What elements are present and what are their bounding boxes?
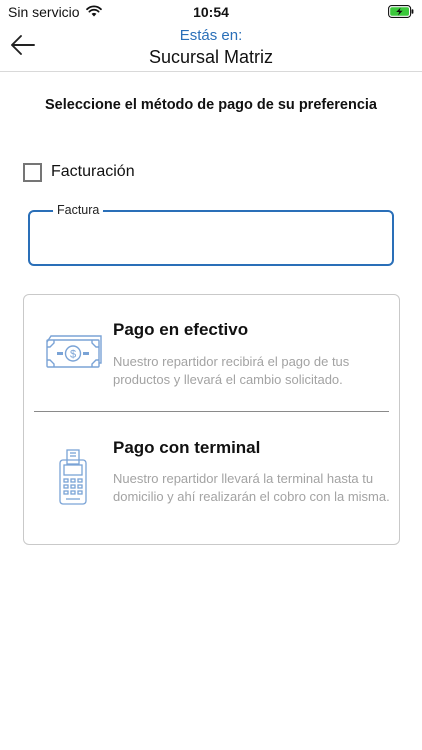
- payment-option-cash[interactable]: $ Pago en efectivo Nuestro repartidor re…: [24, 295, 399, 411]
- payment-option-cash-description: Nuestro repartidor recibirá el pago de t…: [113, 354, 350, 387]
- invoice-field[interactable]: Factura: [28, 203, 394, 266]
- location-prefix: Estás en:: [179, 27, 243, 44]
- payment-option-terminal-description: Nuestro repartidor llevará la terminal h…: [113, 471, 390, 504]
- billing-checkbox-row[interactable]: Facturación: [23, 161, 135, 183]
- battery-charging-icon: [388, 5, 414, 18]
- status-time: 10:54: [193, 4, 229, 20]
- invoice-field-label: Factura: [53, 203, 104, 217]
- billing-checkbox-label: Facturación: [51, 163, 135, 180]
- nav-header: Estás en: Sucursal Matriz: [0, 24, 422, 72]
- status-bar: Sin servicio 10:54: [0, 0, 422, 24]
- payment-option-terminal[interactable]: Pago con terminal Nuestro repartidor lle…: [24, 413, 399, 545]
- invoice-input[interactable]: [38, 224, 384, 256]
- cash-icon: $: [46, 335, 102, 368]
- payment-methods-card: $ Pago en efectivo Nuestro repartidor re…: [23, 294, 400, 545]
- branch-title: Sucursal Matriz: [148, 47, 274, 67]
- billing-checkbox[interactable]: [23, 162, 42, 182]
- payment-option-terminal-title: Pago con terminal: [113, 438, 261, 457]
- svg-text:$: $: [70, 349, 76, 361]
- card-terminal-icon: [59, 449, 87, 505]
- page-heading: Seleccione el método de pago de su prefe…: [45, 97, 377, 113]
- payment-divider: [34, 411, 389, 412]
- payment-option-cash-title: Pago en efectivo: [113, 320, 249, 339]
